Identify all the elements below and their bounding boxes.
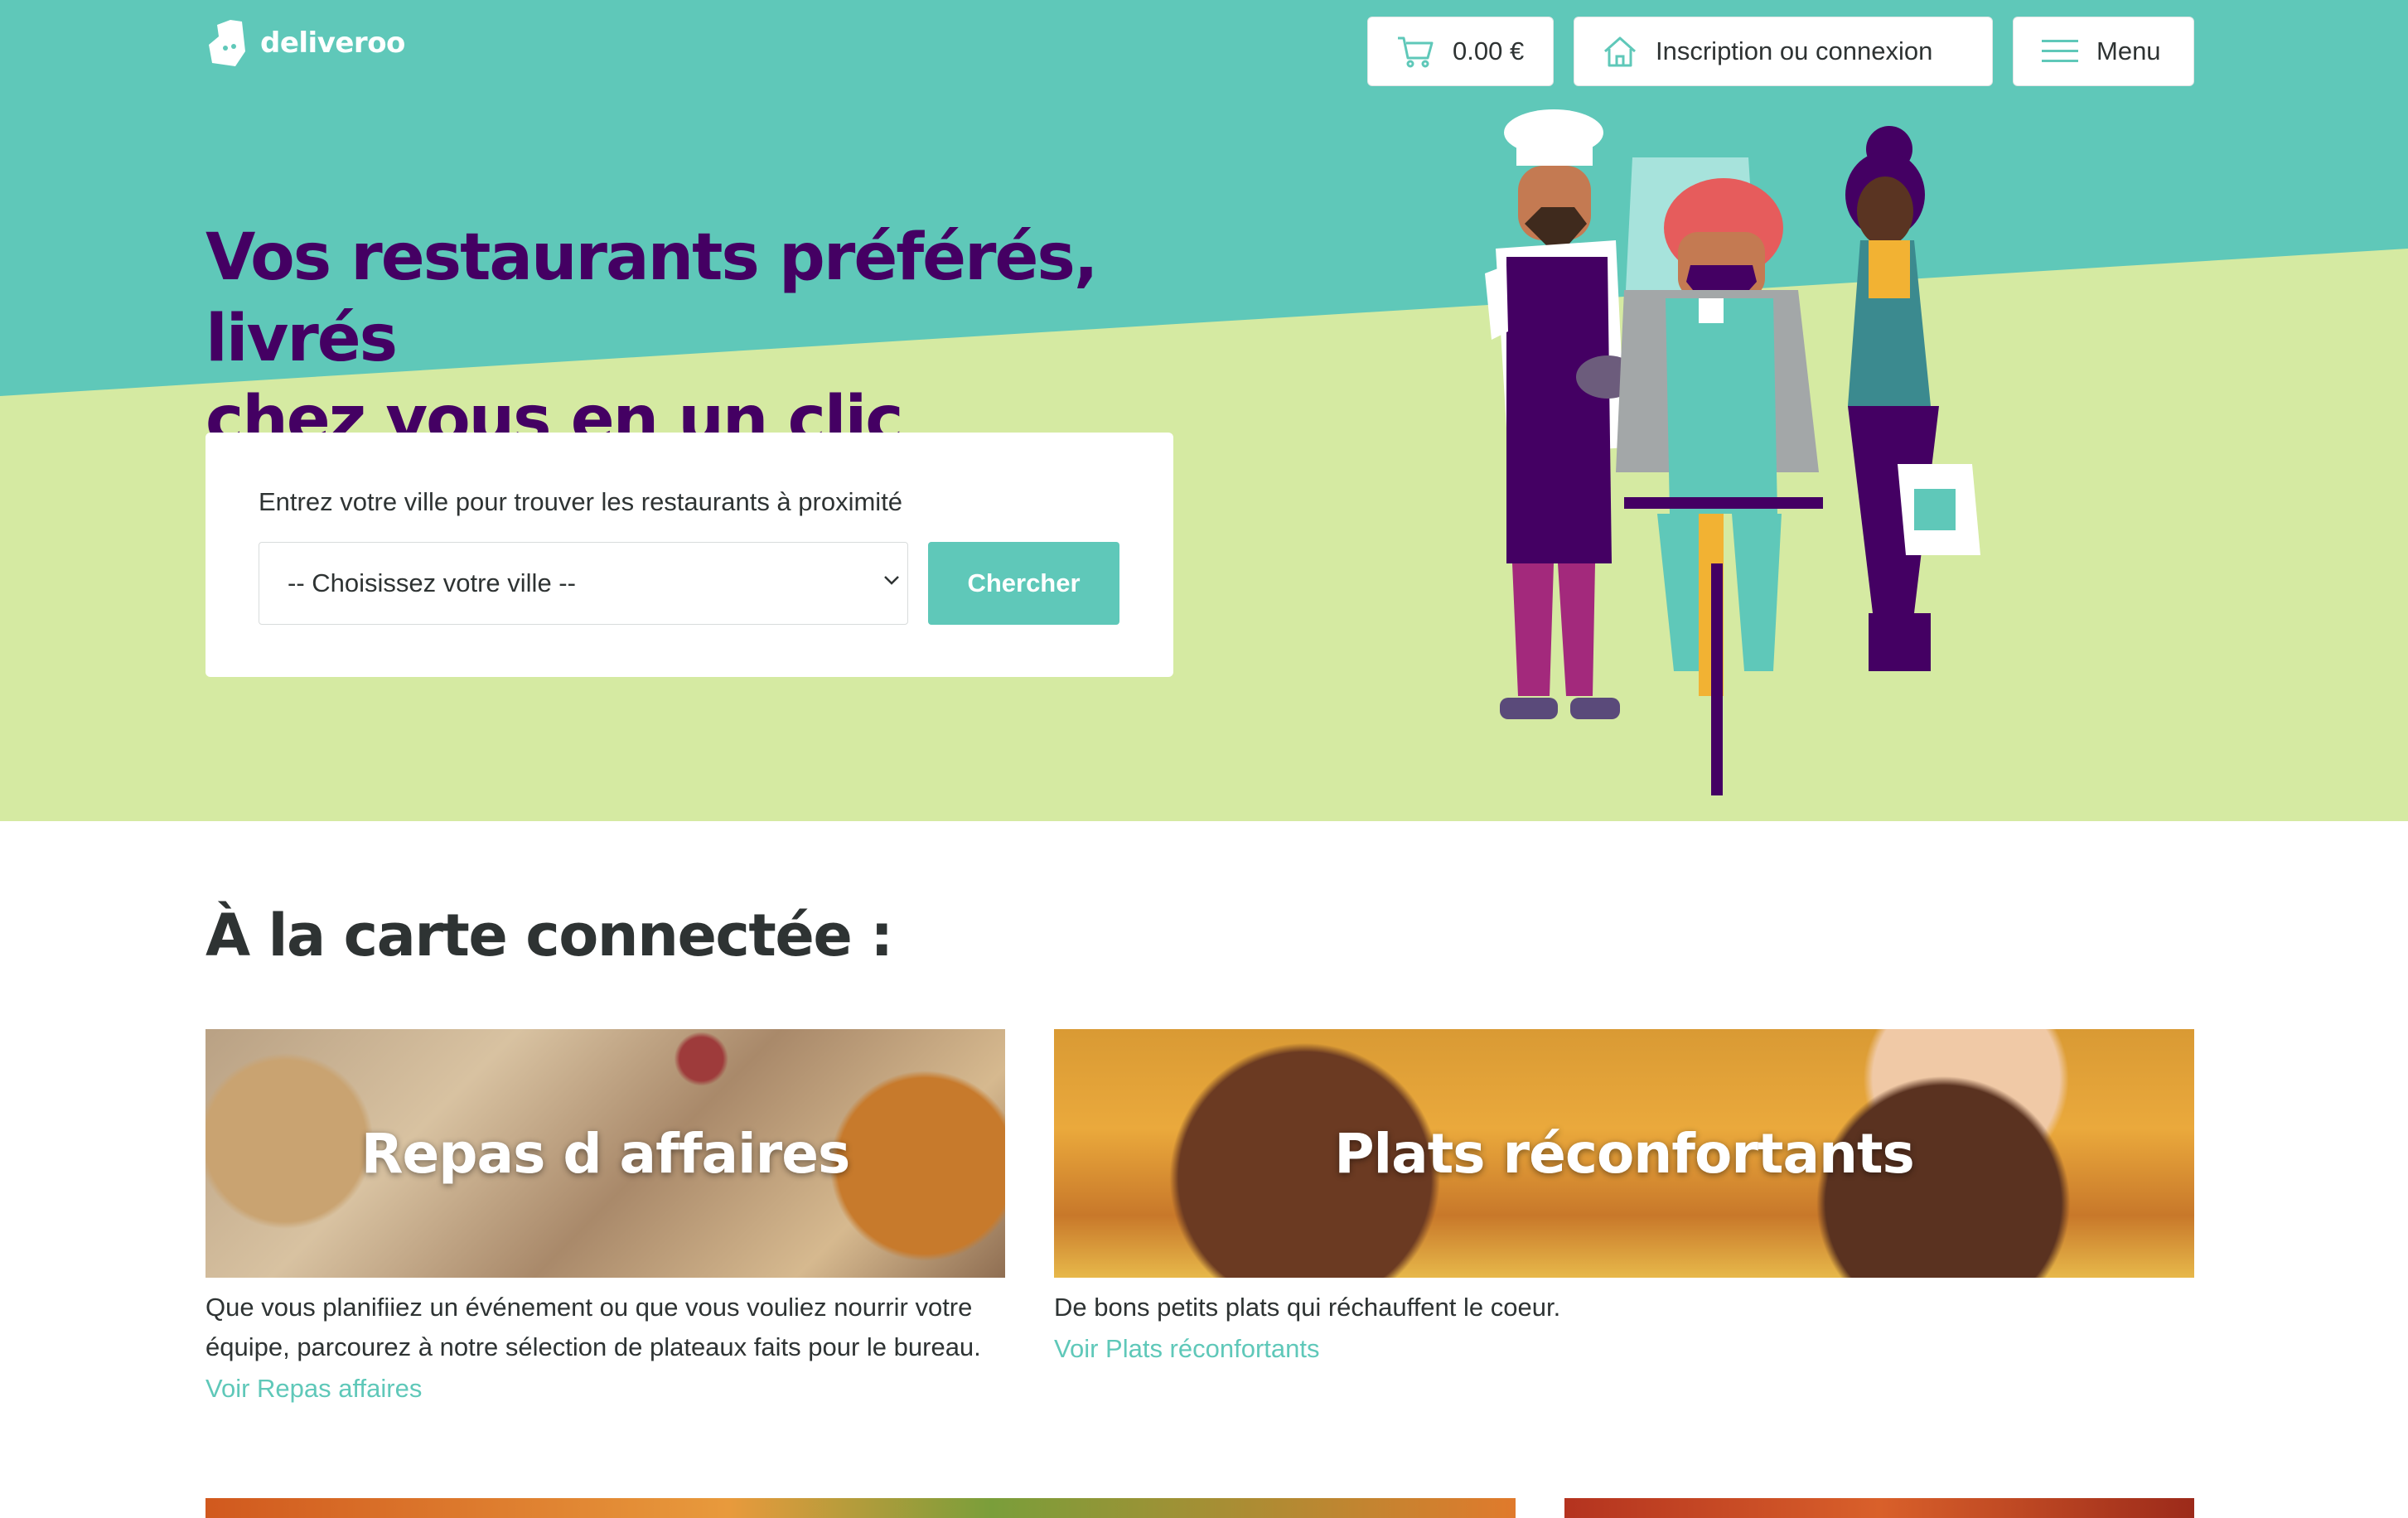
menu-button[interactable]: Menu [2013,17,2194,86]
collection-link-business[interactable]: Voir Repas affaires [206,1374,422,1404]
hero-headline: Vos restaurants préférés, livrés chez vo… [206,217,1241,461]
kangaroo-logo-icon [209,20,245,66]
cart-button[interactable]: 0.00 € [1367,17,1554,86]
collections-title: À la carte connectée : [206,902,893,969]
collection-description: De bons petits plats qui réchauffent le … [1054,1293,1561,1322]
cart-icon [1398,36,1434,68]
collection-card-business: Repas d affaires Que vous planifiiez un … [206,1029,1005,1404]
search-button[interactable]: Chercher [928,542,1119,625]
collection-description: Que vous planifiiez un événement ou que … [206,1293,981,1361]
deliveroo-logo[interactable]: deliveroo [206,18,405,68]
city-search-card: Entrez votre ville pour trouver les rest… [206,433,1173,677]
hamburger-icon [2042,40,2078,62]
menu-label: Menu [2096,36,2161,65]
city-select-value: -- Choisissez votre ville -- [288,568,576,597]
hero-section: deliveroo 0.00 € Inscription ou connexio… [0,0,2408,821]
collection-card-comfort: Plats réconfortants De bons petits plats… [1054,1029,2194,1364]
collection-image-partial[interactable] [206,1498,1516,1518]
collection-image-comfort[interactable]: Plats réconfortants [1054,1029,2194,1278]
login-label: Inscription ou connexion [1656,36,1933,65]
city-select[interactable]: -- Choisissez votre ville -- [259,542,908,625]
headline-line-1: Vos restaurants préférés, livrés [206,220,1098,376]
home-icon [1604,36,1636,67]
logo-wordmark: deliveroo [260,27,405,60]
collection-link-comfort[interactable]: Voir Plats réconfortants [1054,1334,1320,1364]
chevron-down-icon [884,576,899,585]
cart-total: 0.00 € [1453,36,1525,65]
city-search-label: Entrez votre ville pour trouver les rest… [259,487,903,516]
collection-image-business[interactable]: Repas d affaires [206,1029,1005,1278]
riders-illustration [1485,109,1980,795]
collection-image-partial[interactable] [1564,1498,2194,1518]
login-button[interactable]: Inscription ou connexion [1574,17,1993,86]
collection-image-title: Repas d affaires [360,1121,851,1186]
collection-image-title: Plats réconfortants [1334,1121,1915,1186]
